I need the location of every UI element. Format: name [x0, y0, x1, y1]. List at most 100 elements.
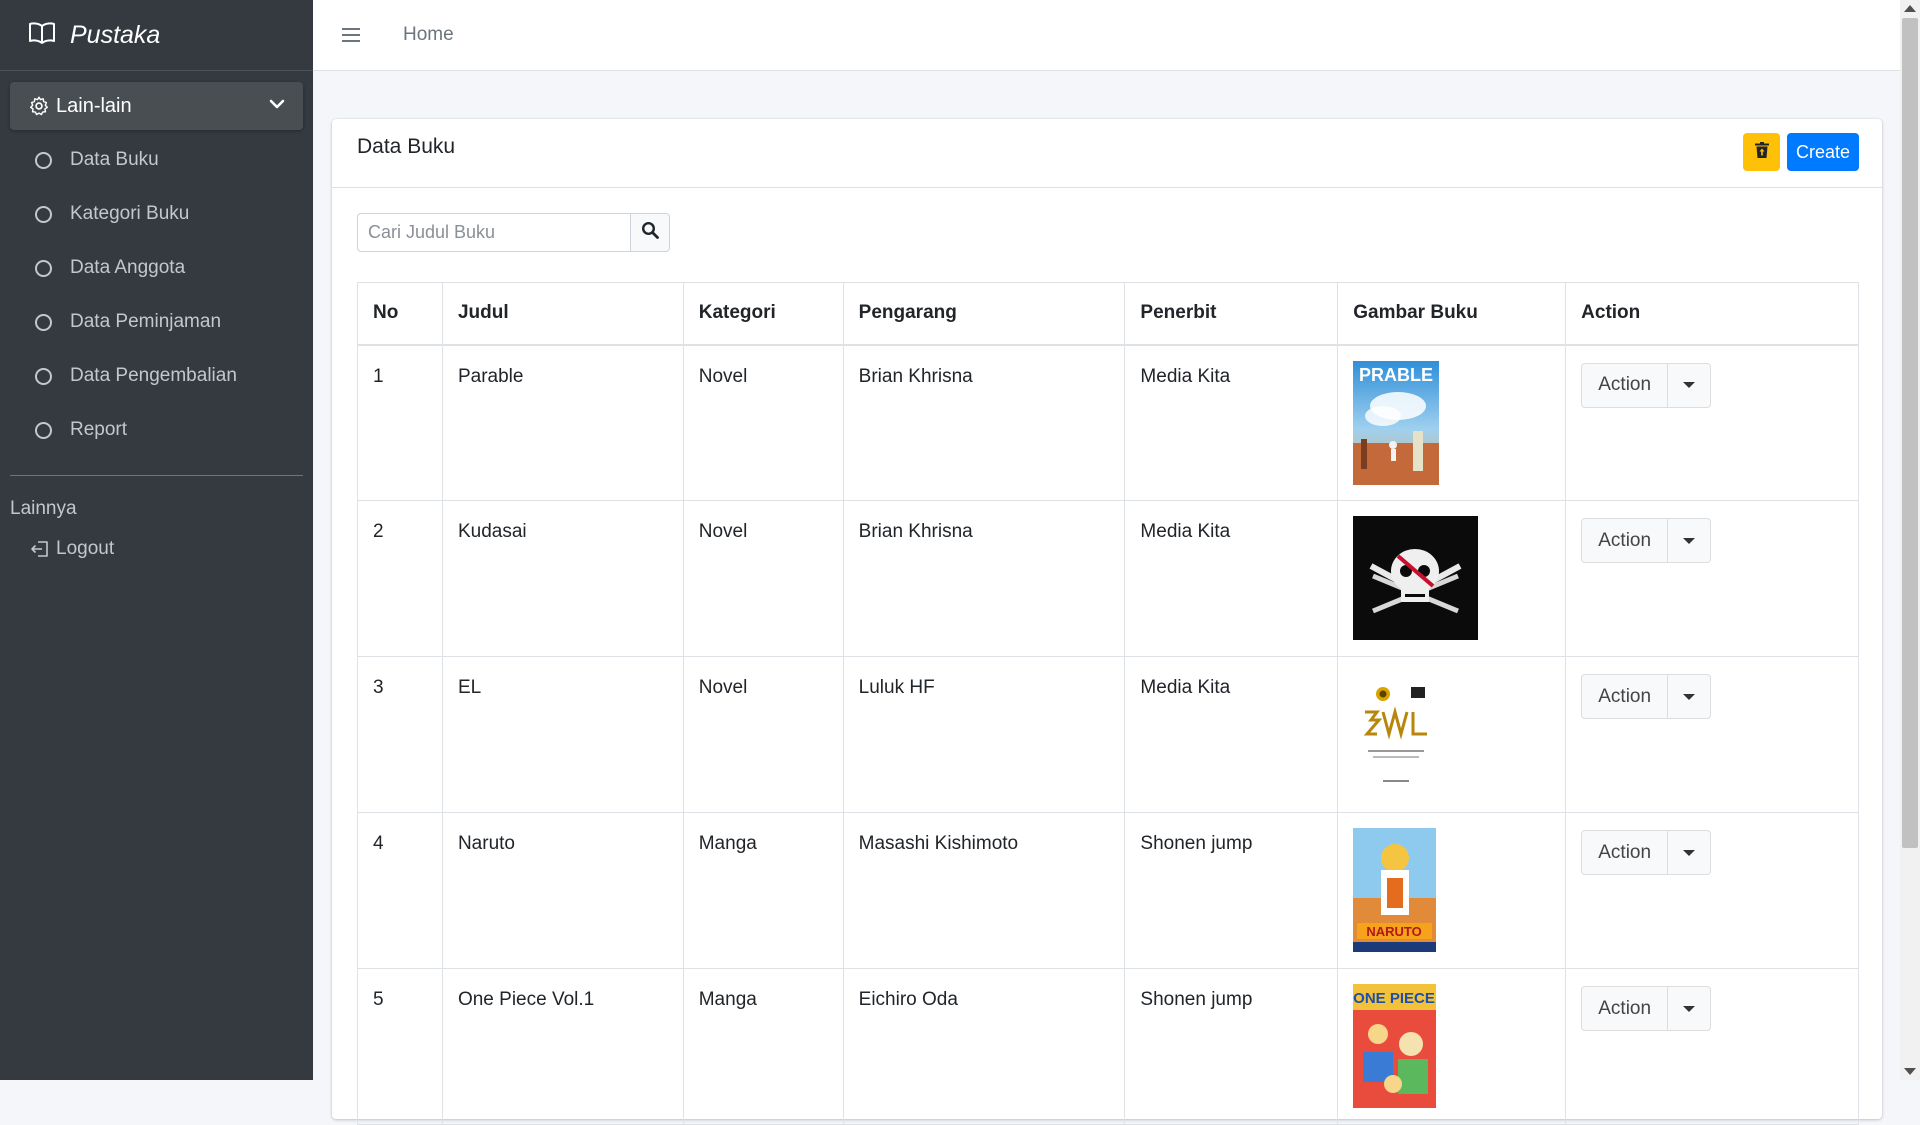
action-dropdown-toggle[interactable] — [1668, 518, 1712, 563]
action-dropdown-toggle[interactable] — [1668, 986, 1712, 1031]
cell-judul: One Piece Vol.1 — [441, 968, 684, 1125]
table-row: 3 EL Novel Luluk HF Media Kita Action — [357, 656, 1859, 813]
sidebar-item-report[interactable]: Report — [0, 403, 313, 457]
action-button-group: Action — [1581, 986, 1843, 1031]
book-cover-image — [1353, 516, 1479, 640]
svg-text:ONE PIECE: ONE PIECE — [1353, 990, 1435, 1007]
action-dropdown-toggle[interactable] — [1668, 362, 1712, 408]
svg-text:PRABLE: PRABLE — [1359, 365, 1433, 385]
cell-no: 2 — [357, 500, 443, 657]
cell-no: 1 — [357, 344, 443, 501]
cell-penerbit: Media Kita — [1124, 656, 1339, 813]
circle-icon — [35, 151, 52, 169]
cell-penerbit: Shonen jump — [1124, 968, 1339, 1125]
action-dropdown-toggle[interactable] — [1668, 830, 1712, 875]
action-button-group: Action — [1581, 674, 1843, 719]
cell-penerbit: Media Kita — [1124, 500, 1339, 657]
cell-pengarang: Masashi Kishimoto — [842, 812, 1126, 969]
cell-pengarang: Brian Khrisna — [842, 500, 1126, 657]
caret-down-icon — [1683, 1005, 1696, 1012]
table-row: 5 One Piece Vol.1 Manga Eichiro Oda Shon… — [357, 968, 1859, 1125]
card-header: Data Buku Create — [332, 119, 1882, 188]
sidebar-item-data-pengembalian[interactable]: Data Pengembalian — [0, 349, 313, 403]
sidebar-item-label: Data Peminjaman — [70, 311, 222, 332]
column-header-judul: Judul — [441, 282, 684, 346]
top-navbar: Home — [313, 0, 1900, 71]
action-button-group: Action — [1581, 830, 1843, 875]
sidebar-item-label: Report — [70, 419, 128, 440]
books-table: No Judul Kategori Pengarang Penerbit Gam… — [357, 282, 1859, 1125]
cell-action: Action — [1565, 812, 1859, 969]
cell-gambar: PRABLE — [1337, 344, 1567, 501]
book-cover-image: ONE PIECE — [1353, 984, 1437, 1108]
sidebar-item-kategori-buku[interactable]: Kategori Buku — [0, 187, 313, 241]
nav-lain-lain-label: Lain-lain — [56, 94, 132, 117]
trash-button[interactable] — [1743, 133, 1780, 171]
cell-no: 3 — [357, 656, 443, 813]
column-header-pengarang: Pengarang — [842, 282, 1126, 346]
brand-link[interactable]: Pustaka — [0, 0, 313, 71]
search-input[interactable] — [357, 213, 631, 252]
cell-judul: EL — [441, 656, 684, 813]
table-header-row: No Judul Kategori Pengarang Penerbit Gam… — [357, 282, 1859, 346]
cell-kategori: Novel — [682, 656, 844, 813]
svg-text:NARUTO: NARUTO — [1367, 924, 1422, 939]
cell-judul: Kudasai — [441, 500, 684, 657]
column-header-kategori: Kategori — [682, 282, 844, 346]
action-button[interactable]: Action — [1581, 986, 1669, 1031]
cell-action: Action — [1565, 968, 1859, 1125]
chevron-down-icon — [269, 96, 285, 112]
action-button[interactable]: Action — [1581, 518, 1669, 563]
table-row: 1 Parable Novel Brian Khrisna Media Kita — [357, 344, 1859, 501]
book-cover-image: NARUTO — [1353, 828, 1437, 952]
cell-action: Action — [1565, 656, 1859, 813]
create-button[interactable]: Create — [1787, 133, 1859, 171]
cell-pengarang: Brian Khrisna — [842, 344, 1126, 501]
gear-icon — [28, 95, 50, 117]
search-group — [357, 213, 670, 252]
sidebar-section-header: Lainnya — [10, 498, 77, 519]
column-header-action: Action — [1565, 282, 1859, 346]
column-header-no: No — [357, 282, 443, 346]
logout-link[interactable]: Logout — [30, 538, 114, 560]
circle-icon — [35, 205, 52, 223]
logout-icon — [30, 539, 50, 559]
sidebar-item-label: Kategori Buku — [70, 203, 190, 224]
vertical-scrollbar[interactable] — [1900, 0, 1920, 1080]
cell-pengarang: Luluk HF — [842, 656, 1126, 813]
logout-label: Logout — [56, 538, 115, 559]
data-buku-card: Data Buku Create No Judul Kategori Penga… — [332, 119, 1882, 1125]
nav-home-link[interactable]: Home — [403, 24, 454, 46]
caret-down-icon — [1683, 849, 1696, 856]
cell-action: Action — [1565, 500, 1859, 657]
nav-lain-lain[interactable]: Lain-lain — [10, 82, 303, 130]
cell-gambar: NARUTO — [1337, 812, 1567, 969]
cell-no: 4 — [357, 812, 443, 969]
search-button[interactable] — [631, 213, 670, 252]
action-dropdown-toggle[interactable] — [1668, 674, 1712, 719]
action-button[interactable]: Action — [1581, 674, 1669, 719]
sidebar-item-label: Data Anggota — [70, 257, 186, 278]
cell-gambar: ONE PIECE — [1337, 968, 1567, 1125]
cell-gambar — [1337, 656, 1567, 813]
action-button[interactable]: Action — [1581, 362, 1669, 408]
hamburger-menu-icon[interactable] — [341, 27, 361, 43]
scrollbar-thumb[interactable] — [1902, 18, 1918, 848]
cell-judul: Parable — [441, 344, 684, 501]
cell-no: 5 — [357, 968, 443, 1125]
cell-kategori: Manga — [682, 812, 844, 969]
sidebar-item-data-peminjaman[interactable]: Data Peminjaman — [0, 295, 313, 349]
sidebar-item-label: Data Pengembalian — [70, 365, 237, 386]
caret-down-icon — [1683, 537, 1696, 544]
sidebar-item-data-anggota[interactable]: Data Anggota — [0, 241, 313, 295]
sidebar-item-data-buku[interactable]: Data Buku — [0, 133, 313, 187]
scroll-up-arrow-icon[interactable] — [1904, 5, 1916, 12]
sidebar-item-label: Data Buku — [70, 149, 159, 170]
circle-icon — [35, 367, 52, 385]
action-button[interactable]: Action — [1581, 830, 1669, 875]
circle-icon — [35, 259, 52, 277]
cell-action: Action — [1565, 344, 1859, 501]
scroll-down-arrow-icon[interactable] — [1904, 1068, 1916, 1075]
search-icon — [641, 221, 659, 244]
caret-down-icon — [1683, 382, 1696, 388]
